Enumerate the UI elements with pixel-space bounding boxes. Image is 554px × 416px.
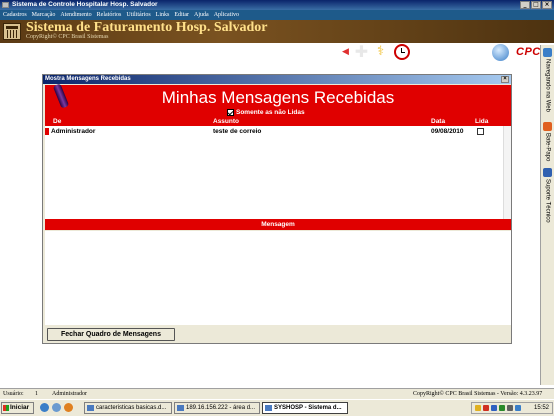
menu-marcacao[interactable]: Marcação — [32, 10, 56, 20]
support-icon — [543, 168, 552, 177]
messages-list: Administrador teste de correio 09/08/201… — [45, 126, 511, 219]
window-titlebar: Sistema de Controle Hospitalar Hosp. Sal… — [0, 0, 554, 10]
taskbar: Iniciar caracteristicas basicas.d... 189… — [0, 399, 554, 416]
menu-cadastros[interactable]: Cadastros — [3, 10, 27, 20]
globe-icon — [543, 48, 552, 57]
tray-icon-2[interactable] — [483, 405, 489, 411]
message-date: 09/08/2010 — [431, 128, 464, 135]
task-word-document[interactable]: caracteristicas basicas.d... — [84, 402, 172, 414]
status-user-id: 1 — [35, 391, 38, 397]
windows-logo-icon — [3, 405, 9, 411]
dialog-title: Mostra Mensagens Recebidas — [45, 76, 131, 82]
status-version: CopyRight© CPC Brasil Sistemas - Versão:… — [413, 391, 543, 397]
message-read-checkbox[interactable] — [477, 128, 484, 135]
caduceus-icon[interactable]: ⚕ — [372, 43, 389, 60]
web-globe-icon[interactable] — [492, 44, 509, 61]
window-title: Sistema de Controle Hospitalar Hosp. Sal… — [12, 1, 158, 8]
menu-links[interactable]: Links — [156, 10, 170, 20]
eye-icon[interactable]: ◉ — [435, 43, 452, 60]
dialog-header: Minhas Mensagens Recebidas — [45, 83, 511, 109]
messages-dialog: Mostra Mensagens Recebidas × Minhas Mens… — [42, 74, 512, 344]
banner-title: Sistema de Faturamento Hosp. Salvador — [26, 20, 268, 35]
message-section-header: Mensagem — [45, 219, 511, 230]
tray-icon-1[interactable] — [475, 405, 481, 411]
status-bar: Usuário: 1 Administrador CopyRight© CPC … — [0, 388, 554, 399]
table-row[interactable]: Administrador teste de correio 09/08/201… — [45, 127, 511, 136]
side-tab-support[interactable]: Suporte Técnico — [541, 167, 554, 223]
start-button[interactable]: Iniciar — [1, 402, 34, 414]
desktop-icon[interactable] — [52, 403, 61, 412]
banner-copyright: CopyRight© CPC Brasil Sistemas — [26, 34, 109, 40]
task-syshosp[interactable]: SYSHOSP - Sistema d... — [262, 402, 348, 414]
tray-icon-4[interactable] — [499, 405, 505, 411]
menu-bar: Cadastros Marcação Atendimento Relatório… — [0, 10, 554, 20]
menu-ajuda[interactable]: Ajuda — [194, 10, 209, 20]
message-subject: teste de correio — [213, 128, 262, 135]
system-tray: 15:52 — [471, 402, 553, 414]
column-read[interactable]: Lida — [475, 117, 488, 126]
column-from[interactable]: De — [53, 117, 61, 126]
taskbar-clock[interactable]: 15:52 — [534, 403, 549, 413]
documents-icon[interactable]: ✎ — [415, 43, 432, 60]
status-user-label: Usuário: — [3, 391, 24, 397]
dialog-close-button[interactable]: × — [501, 76, 509, 83]
remote-icon — [177, 405, 184, 411]
back-arrow-icon[interactable]: ◀ — [337, 43, 354, 60]
word-icon — [87, 405, 94, 411]
filter-row: Somente as não Lidas — [45, 109, 511, 117]
list-scrollbar[interactable] — [503, 126, 511, 219]
menu-relatorios[interactable]: Relatórios — [97, 10, 122, 20]
tray-icon-3[interactable] — [491, 405, 497, 411]
syshosp-icon — [265, 405, 272, 411]
message-body — [45, 231, 511, 325]
unread-filter[interactable]: Somente as não Lidas — [227, 109, 305, 116]
menu-utilitarios[interactable]: Utilitários — [126, 10, 150, 20]
dialog-titlebar: Mostra Mensagens Recebidas × — [43, 75, 511, 84]
messages-table-header: De Assunto Data Lida — [45, 117, 511, 126]
ie-icon[interactable] — [40, 403, 49, 412]
start-label: Iniciar — [10, 404, 30, 411]
side-tab-chat[interactable]: Bate-Papo — [541, 121, 554, 161]
chat-icon — [543, 122, 552, 131]
side-tabs-panel: Navegando na Web Bate-Papo Suporte Técni… — [540, 45, 554, 385]
maximize-button[interactable]: □ — [531, 1, 541, 9]
column-subject[interactable]: Assunto — [213, 117, 239, 126]
window-controls: _ □ × — [520, 1, 552, 9]
hospital-building-icon — [3, 23, 21, 40]
app-banner: Sistema de Faturamento Hosp. Salvador Co… — [0, 20, 554, 61]
red-cross-icon[interactable]: ✚ — [353, 42, 370, 61]
close-messages-button[interactable]: Fechar Quadro de Mensagens — [47, 328, 175, 341]
message-from: Administrador — [51, 128, 96, 135]
unread-filter-label: Somente as não Lidas — [236, 109, 305, 116]
menu-editar[interactable]: Editar — [174, 10, 189, 20]
tray-icon-5[interactable] — [507, 405, 513, 411]
side-tab-web[interactable]: Navegando na Web — [541, 47, 554, 112]
status-user-name: Administrador — [52, 391, 87, 397]
menu-atendimento[interactable]: Atendimento — [60, 10, 91, 20]
menu-aplicativo[interactable]: Aplicativo — [214, 10, 239, 20]
unread-filter-checkbox[interactable] — [227, 109, 234, 116]
tray-icon-6[interactable] — [515, 405, 521, 411]
minimize-button[interactable]: _ — [520, 1, 530, 9]
app-icon — [2, 2, 9, 8]
close-button[interactable]: × — [542, 1, 552, 9]
clock-icon[interactable] — [394, 44, 410, 60]
column-date[interactable]: Data — [431, 117, 445, 126]
dialog-heading: Minhas Mensagens Recebidas — [161, 88, 395, 107]
task-remote-session[interactable]: 189.16.156.222 - área d... — [174, 402, 260, 414]
firefox-icon[interactable] — [64, 403, 73, 412]
row-selected-marker — [45, 128, 49, 135]
